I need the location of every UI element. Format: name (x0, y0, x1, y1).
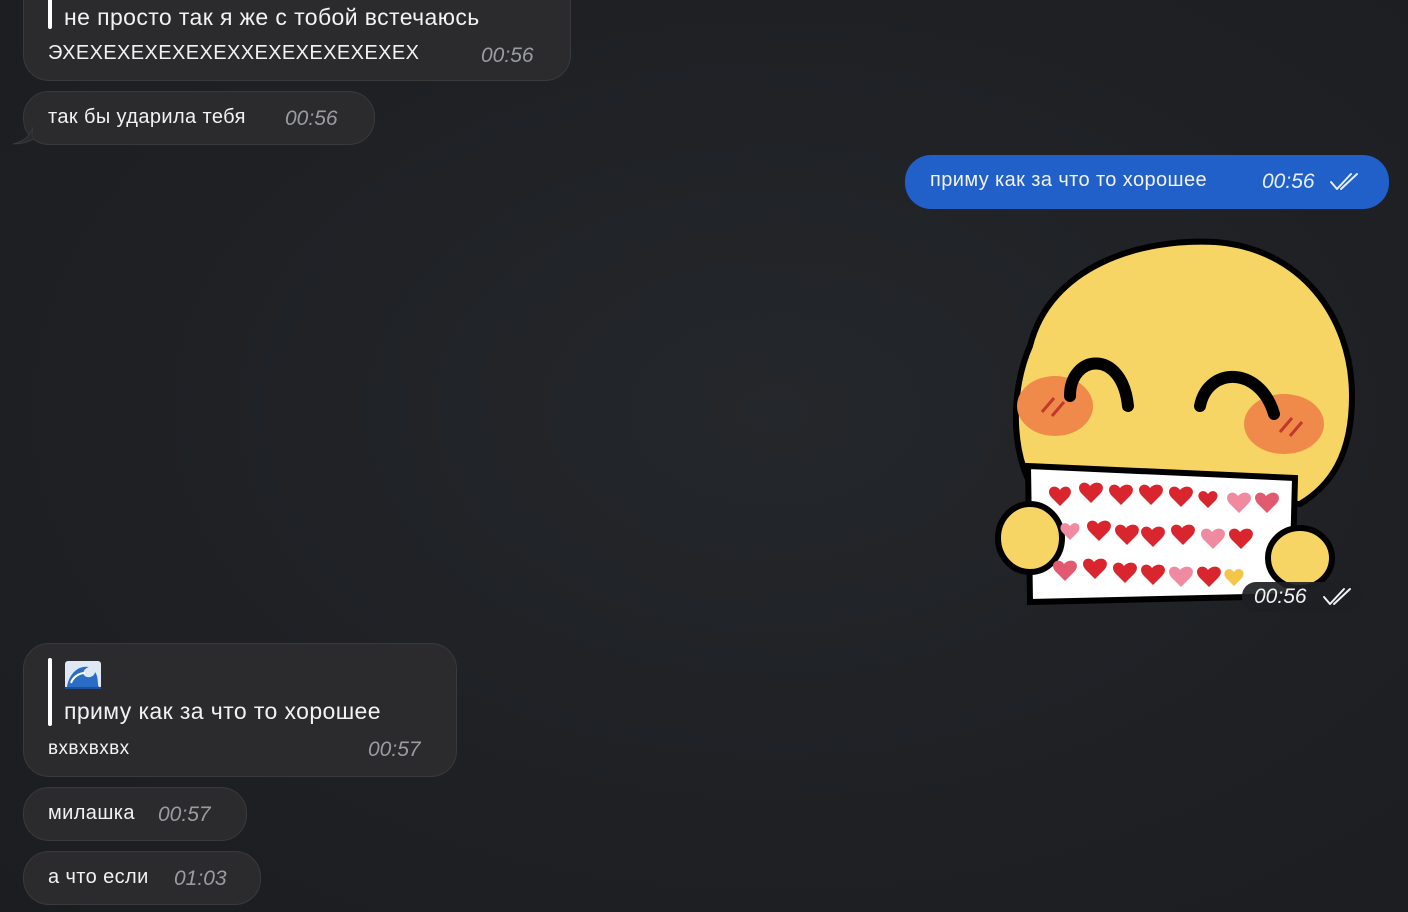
message-text: приму как за что то хорошее (930, 169, 1208, 191)
message-bubble-incoming[interactable]: а что если 01:03 (23, 851, 261, 905)
message-bubble-incoming[interactable]: так бы ударила тебя 00:56 (23, 91, 375, 145)
message-time: 00:56 (481, 44, 534, 67)
blushing-smiley-holding-hearts-sign[interactable] (990, 236, 1362, 608)
message-time: 00:57 (158, 803, 211, 826)
message-text: а что если (48, 866, 149, 888)
bubble-tail (12, 127, 33, 145)
reply-quote-text: не просто так я же с тобой встечаюсь (64, 4, 480, 30)
double-check-icon (1323, 588, 1351, 605)
sticker-time-badge: 00:56 (1242, 582, 1362, 612)
double-check-icon (1330, 173, 1358, 190)
reply-quote-text: приму как за что то хорошее (64, 698, 381, 724)
reply-quote-bar (48, 0, 52, 29)
message-time: 00:56 (1254, 585, 1307, 608)
message-time: 01:03 (174, 867, 227, 890)
message-time: 00:56 (1262, 170, 1315, 193)
message-bubble-incoming[interactable]: милашка 00:57 (23, 787, 247, 841)
message-text: милашка (48, 802, 135, 824)
reply-quote-bar (48, 658, 52, 726)
message-time: 00:57 (368, 738, 421, 761)
chat-area[interactable]: не просто так я же с тобой встечаюсь ЭХЕ… (0, 0, 1408, 912)
message-time: 00:56 (285, 107, 338, 130)
message-bubble-incoming[interactable]: приму как за что то хорошее вхвхвхвх 00:… (23, 643, 457, 777)
message-bubble-outgoing[interactable]: приму как за что то хорошее 00:56 (905, 155, 1389, 209)
message-text: так бы ударила тебя (48, 106, 246, 128)
message-text: ЭХЕХЕХЕХЕХЕХЕХХЕХЕХЕХЕХЕХЕХ (48, 42, 420, 64)
message-text: вхвхвхвх (48, 738, 130, 759)
water-wave-icon (65, 661, 101, 689)
message-bubble-incoming[interactable]: не просто так я же с тобой встечаюсь ЭХЕ… (23, 0, 571, 81)
